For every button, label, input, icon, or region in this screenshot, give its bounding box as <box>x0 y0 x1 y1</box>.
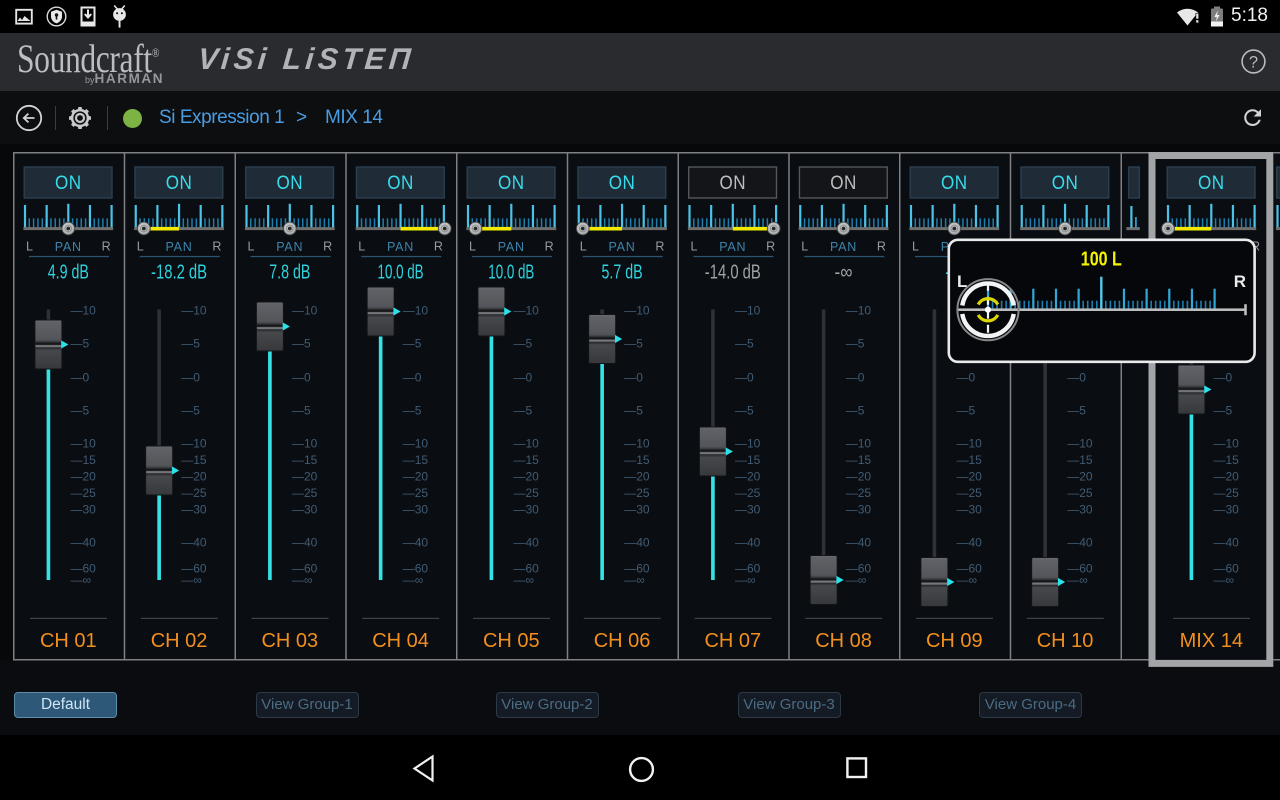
svg-text:ON: ON <box>498 172 525 193</box>
svg-text:ON: ON <box>55 172 82 193</box>
svg-text:7.8 dB: 7.8 dB <box>269 261 310 283</box>
svg-text:ON: ON <box>166 172 193 193</box>
svg-text:R: R <box>434 239 443 253</box>
svg-text:L: L <box>469 239 476 253</box>
svg-text:PAN: PAN <box>276 240 303 254</box>
svg-text:R: R <box>655 239 664 253</box>
svg-text:L: L <box>248 239 255 253</box>
svg-text:L: L <box>691 239 698 253</box>
svg-text:ON: ON <box>1052 172 1079 193</box>
svg-text:ON: ON <box>277 172 304 193</box>
svg-text:-14.0 dB: -14.0 dB <box>705 261 761 283</box>
svg-text:ON: ON <box>387 172 414 193</box>
svg-text:5.7 dB: 5.7 dB <box>602 261 643 283</box>
svg-text:R: R <box>323 239 332 253</box>
svg-text:CH 03: CH 03 <box>261 629 318 651</box>
svg-text:ON: ON <box>941 172 968 193</box>
svg-text:L: L <box>26 239 33 253</box>
svg-text:100 L: 100 L <box>1081 249 1122 271</box>
svg-text:PAN: PAN <box>719 240 746 254</box>
svg-text:10.0 dB: 10.0 dB <box>488 261 534 283</box>
svg-text:CH 08: CH 08 <box>815 629 872 651</box>
svg-text:L: L <box>580 239 587 253</box>
svg-text:L: L <box>358 239 365 253</box>
svg-text:R: R <box>102 239 111 253</box>
svg-text:?: ? <box>1249 54 1258 72</box>
svg-text:PAN: PAN <box>165 240 192 254</box>
svg-text:-18.2 dB: -18.2 dB <box>151 261 207 283</box>
svg-text:4.9 dB: 4.9 dB <box>48 261 89 283</box>
svg-text:PAN: PAN <box>830 240 857 254</box>
svg-text:10.0 dB: 10.0 dB <box>378 261 424 283</box>
svg-text:CH 02: CH 02 <box>151 629 208 651</box>
svg-text:-∞: -∞ <box>835 261 853 283</box>
svg-text:R: R <box>545 239 554 253</box>
svg-text:R: R <box>1234 272 1246 291</box>
svg-text:PAN: PAN <box>387 240 414 254</box>
svg-text:L: L <box>801 239 808 253</box>
svg-text:CH 04: CH 04 <box>372 629 429 651</box>
svg-text:L: L <box>912 239 919 253</box>
svg-text:PAN: PAN <box>55 240 82 254</box>
svg-text:R: R <box>877 239 886 253</box>
svg-text:CH 06: CH 06 <box>594 629 651 651</box>
svg-text:CH 05: CH 05 <box>483 629 540 651</box>
svg-text:R: R <box>766 239 775 253</box>
svg-text:ON: ON <box>609 172 636 193</box>
svg-text:PAN: PAN <box>498 240 525 254</box>
svg-text:CH 09: CH 09 <box>926 629 983 651</box>
svg-text:ON: ON <box>720 172 747 193</box>
svg-text:R: R <box>212 239 221 253</box>
svg-text:PAN: PAN <box>608 240 635 254</box>
svg-text:ON: ON <box>830 172 857 193</box>
svg-text:MIX 14: MIX 14 <box>1180 629 1243 651</box>
svg-text:L: L <box>137 239 144 253</box>
svg-text:CH 01: CH 01 <box>40 629 97 651</box>
svg-text:CH 10: CH 10 <box>1037 629 1094 651</box>
svg-text:ON: ON <box>1198 172 1225 193</box>
svg-text:CH 07: CH 07 <box>704 629 761 651</box>
